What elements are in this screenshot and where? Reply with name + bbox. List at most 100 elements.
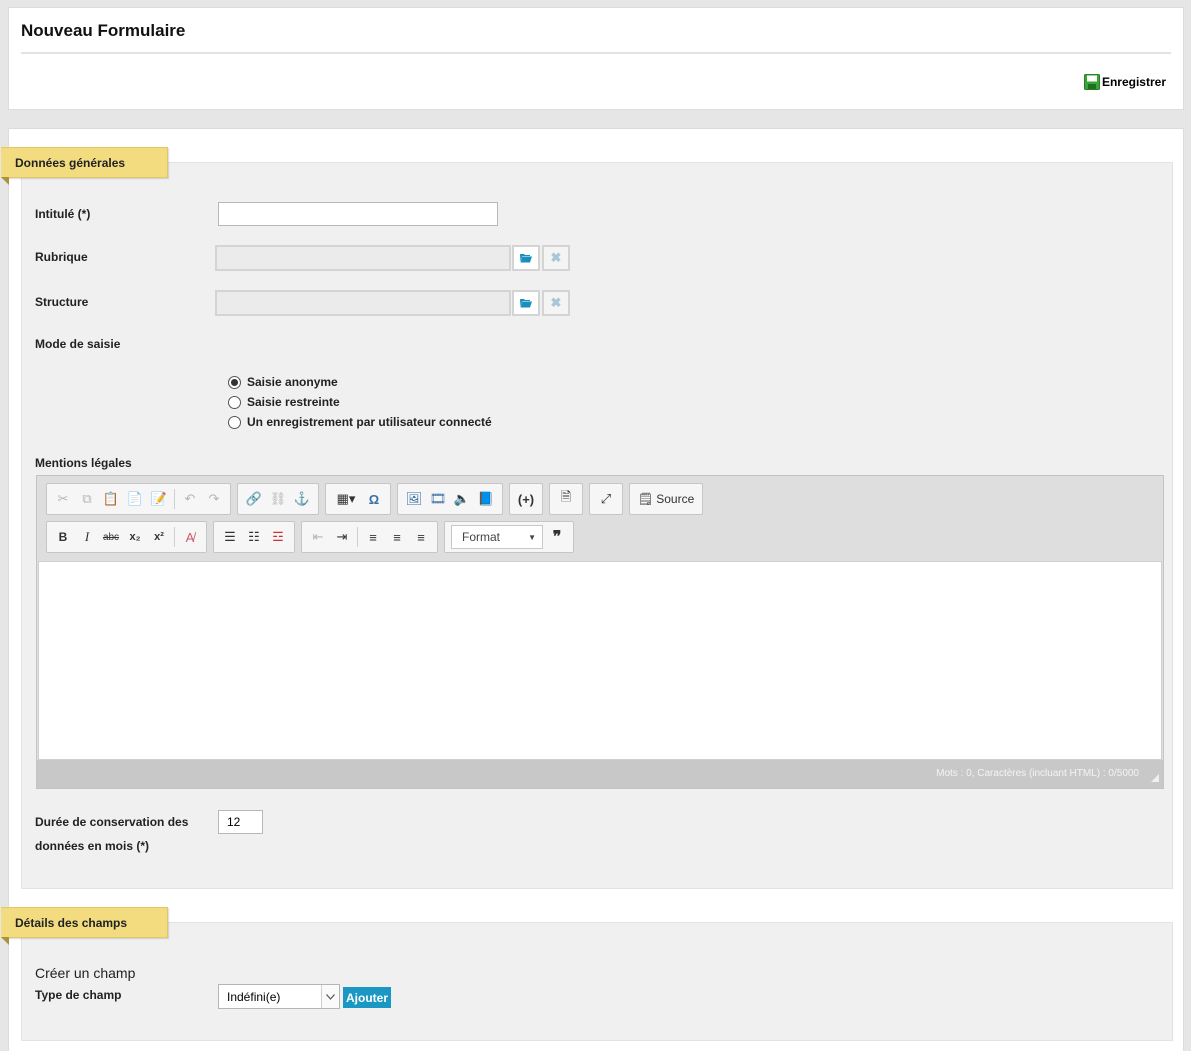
blockquote-icon[interactable]: ❞ <box>545 526 569 548</box>
toolbar-row-1: ✂ ⧉ 📋 📄 📝 ↶ ↷ 🔗 ⛓ ⚓ ▦▾ Ω 🖼 🎞 🔈 📘 (+) 🗎 ⤢… <box>46 483 704 515</box>
format-dropdown[interactable]: Format ▼ <box>451 525 543 549</box>
separator <box>174 489 175 509</box>
format-group: Format ▼ ❞ <box>444 521 574 553</box>
main-panel: Intitulé (*) Rubrique ✖ Structure ✖ Mode… <box>1 128 1184 1051</box>
video-icon[interactable]: 🎞 <box>426 488 450 510</box>
add-field-button[interactable]: Ajouter <box>343 987 391 1008</box>
radio-button[interactable] <box>228 415 241 429</box>
remove-format-icon[interactable]: A̸ <box>178 526 202 548</box>
mode-option-per-user[interactable]: Un enregistrement par utilisateur connec… <box>228 415 492 429</box>
add-tag-icon[interactable]: (+) <box>514 488 538 510</box>
structure-browse-button[interactable] <box>512 290 540 316</box>
rubrique-label: Rubrique <box>35 250 88 264</box>
paste-text-icon[interactable]: 📄 <box>123 488 147 510</box>
italic-icon[interactable]: I <box>75 526 99 548</box>
save-label: Enregistrer <box>1101 75 1166 89</box>
mode-option-label: Saisie restreinte <box>247 395 340 409</box>
save-icon <box>1083 74 1100 90</box>
source-label: Source <box>656 492 695 506</box>
align-center-icon[interactable]: ≡ <box>385 526 409 548</box>
title-label: Intitulé (*) <box>35 207 91 221</box>
table-icon[interactable]: ▦▾ <box>330 488 362 510</box>
tab-fields: Détails des champs <box>1 907 168 945</box>
field-type-value: Indéfini(e) <box>227 989 281 1004</box>
clipboard-group: ✂ ⧉ 📋 📄 📝 ↶ ↷ <box>46 483 231 515</box>
editor-content-area[interactable] <box>38 561 1162 760</box>
cut-icon[interactable]: ✂ <box>51 488 75 510</box>
retention-input[interactable] <box>218 810 263 834</box>
redo-icon[interactable]: ↷ <box>202 488 226 510</box>
resize-handle[interactable] <box>1151 774 1159 782</box>
title-divider <box>21 52 1171 54</box>
word-counter: Mots : 0, Caractères (incluant HTML) : 0… <box>936 768 1139 779</box>
chevron-down-icon <box>321 985 339 1008</box>
anchor-icon[interactable]: ⚓ <box>290 488 314 510</box>
rich-text-editor: ✂ ⧉ 📋 📄 📝 ↶ ↷ 🔗 ⛓ ⚓ ▦▾ Ω 🖼 🎞 🔈 📘 (+) 🗎 ⤢… <box>36 475 1164 789</box>
field-type-label: Type de champ <box>35 988 122 1002</box>
source-group: 🗒 Source <box>629 483 704 515</box>
mode-option-restricted[interactable]: Saisie restreinte <box>228 395 340 409</box>
template-group: 🗎 <box>549 483 583 515</box>
retention-label-line-2: données en mois (*) <box>35 839 150 853</box>
numbered-list-icon[interactable]: ☰ <box>218 526 242 548</box>
general-section: Intitulé (*) Rubrique ✖ Structure ✖ Mode… <box>21 162 1173 889</box>
maximize-group: ⤢ <box>589 483 623 515</box>
audio-icon[interactable]: 🔈 <box>450 488 474 510</box>
remove-list-icon[interactable]: ☲ <box>266 526 290 548</box>
title-input[interactable] <box>218 202 498 226</box>
align-right-icon[interactable]: ≡ <box>409 526 433 548</box>
radio-button[interactable] <box>228 395 241 409</box>
style-group: B I abc x₂ x² A̸ <box>46 521 207 553</box>
indent-icon[interactable]: ⇥ <box>330 526 354 548</box>
rubrique-clear-button[interactable]: ✖ <box>542 245 570 271</box>
maximize-icon[interactable]: ⤢ <box>594 488 618 510</box>
bold-icon[interactable]: B <box>51 526 75 548</box>
template-icon[interactable]: 🗎 <box>554 488 578 510</box>
align-left-icon[interactable]: ≡ <box>361 526 385 548</box>
align-group: ⇤ ⇥ ≡ ≡ ≡ <box>301 521 438 553</box>
paste-icon[interactable]: 📋 <box>99 488 123 510</box>
mode-option-anonymous[interactable]: Saisie anonyme <box>228 375 338 389</box>
outdent-icon[interactable]: ⇤ <box>306 526 330 548</box>
folder-open-icon <box>520 299 532 308</box>
source-icon: 🗒 <box>638 492 654 506</box>
strike-icon[interactable]: abc <box>99 526 123 548</box>
mode-label: Mode de saisie <box>35 337 121 351</box>
create-field-heading: Créer un champ <box>35 965 136 981</box>
separator <box>174 527 175 547</box>
paste-word-icon[interactable]: 📝 <box>147 488 171 510</box>
rubrique-browse-button[interactable] <box>512 245 540 271</box>
structure-clear-button[interactable]: ✖ <box>542 290 570 316</box>
rubrique-field[interactable] <box>215 245 511 271</box>
link-icon[interactable]: 🔗 <box>242 488 266 510</box>
radio-button[interactable] <box>228 375 241 389</box>
unlink-icon[interactable]: ⛓ <box>266 488 290 510</box>
close-icon: ✖ <box>550 295 562 310</box>
structure-field[interactable] <box>215 290 511 316</box>
legal-label: Mentions légales <box>35 456 132 470</box>
retention-label-line-1: Durée de conservation des <box>35 815 189 829</box>
editor-footer: Mots : 0, Caractères (incluant HTML) : 0… <box>37 760 1163 788</box>
header-panel: Nouveau Formulaire Enregistrer <box>8 7 1184 110</box>
undo-icon[interactable]: ↶ <box>178 488 202 510</box>
field-type-select[interactable]: Indéfini(e) <box>218 984 340 1009</box>
link-group: 🔗 ⛓ ⚓ <box>237 483 319 515</box>
plugin-group: (+) <box>509 483 543 515</box>
tab-general: Données générales <box>1 147 168 185</box>
caret-down-icon: ▼ <box>528 532 536 542</box>
bulleted-list-icon[interactable]: ☷ <box>242 526 266 548</box>
toolbar-row-2: B I abc x₂ x² A̸ ☰ ☷ ☲ ⇤ ⇥ ≡ ≡ ≡ Format … <box>46 521 574 553</box>
copy-icon[interactable]: ⧉ <box>75 488 99 510</box>
fields-section: Créer un champ Type de champ Indéfini(e)… <box>21 922 1173 1041</box>
superscript-icon[interactable]: x² <box>147 526 171 548</box>
image-icon[interactable]: 🖼 <box>402 488 426 510</box>
media-group: 🖼 🎞 🔈 📘 <box>397 483 503 515</box>
subscript-icon[interactable]: x₂ <box>123 526 147 548</box>
special-char-icon[interactable]: Ω <box>362 488 386 510</box>
save-button[interactable]: Enregistrer <box>1083 74 1166 90</box>
source-button[interactable]: 🗒 Source <box>634 492 698 506</box>
separator <box>357 527 358 547</box>
document-icon[interactable]: 📘 <box>474 488 498 510</box>
format-label: Format <box>462 530 501 544</box>
structure-label: Structure <box>35 295 89 309</box>
